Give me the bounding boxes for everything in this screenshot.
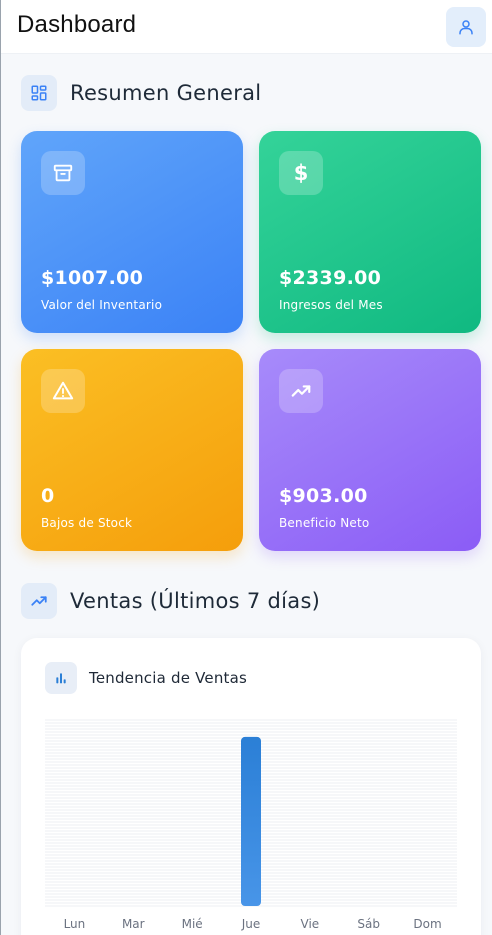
grid-icon [31,85,47,101]
x-tick-label: Jue [241,917,261,931]
low-stock-card[interactable]: 0 Bajos de Stock [21,349,243,551]
inventory-value: $1007.00 [41,267,144,289]
page-title: Dashboard [17,11,137,38]
x-tick-label: Sáb [357,917,380,931]
summary-section-heading: Resumen General [21,75,261,111]
low-stock-value: 0 [41,485,55,507]
card-icon-box [41,151,85,195]
sales-section-heading: Ventas (Últimos 7 días) [21,583,320,619]
profile-button[interactable] [446,7,486,47]
trending-up-icon [291,385,311,397]
user-icon [459,20,473,35]
warning-icon [52,381,74,400]
section-icon-box [21,583,57,619]
chart-header: Tendencia de Ventas [45,662,247,694]
chart-icon-box [45,662,77,694]
bar-Jue[interactable] [241,736,261,906]
sales-bar-chart: Lun Mar Mié Jue Vie Sáb Dom [45,719,457,931]
dollar-icon: $ [293,161,309,185]
x-tick-label: Vie [301,917,320,931]
x-tick-label: Mié [182,917,203,931]
card-icon-box [279,369,323,413]
card-icon-box [41,369,85,413]
net-profit-value: $903.00 [279,485,368,507]
trending-up-icon [31,596,47,606]
monthly-income-card[interactable]: $ $2339.00 Ingresos del Mes [259,131,481,333]
low-stock-label: Bajos de Stock [41,516,133,530]
sales-title: Ventas (Últimos 7 días) [70,589,321,613]
net-profit-label: Beneficio Neto [279,516,370,530]
chart-title: Tendencia de Ventas [89,669,248,687]
monthly-income-value: $2339.00 [279,267,382,289]
x-tick-label: Lun [64,917,86,931]
net-profit-card[interactable]: $903.00 Beneficio Neto [259,349,481,551]
sales-chart-card: Tendencia de Ventas Lun Mar Mié Jue Vie Sáb Do… [21,638,481,935]
monthly-income-label: Ingresos del Mes [279,298,383,312]
bar-chart-icon [56,673,66,684]
x-tick-label: Mar [122,917,145,931]
section-icon-box [21,75,57,111]
card-icon-box: $ [279,151,323,195]
app-header: Dashboard [1,0,492,54]
archive-icon [53,164,73,182]
summary-title: Resumen General [70,81,262,105]
window-edge [0,0,1,935]
x-tick-label: Dom [413,917,441,931]
inventory-value-card[interactable]: $1007.00 Valor del Inventario [21,131,243,333]
inventory-label: Valor del Inventario [41,298,163,312]
